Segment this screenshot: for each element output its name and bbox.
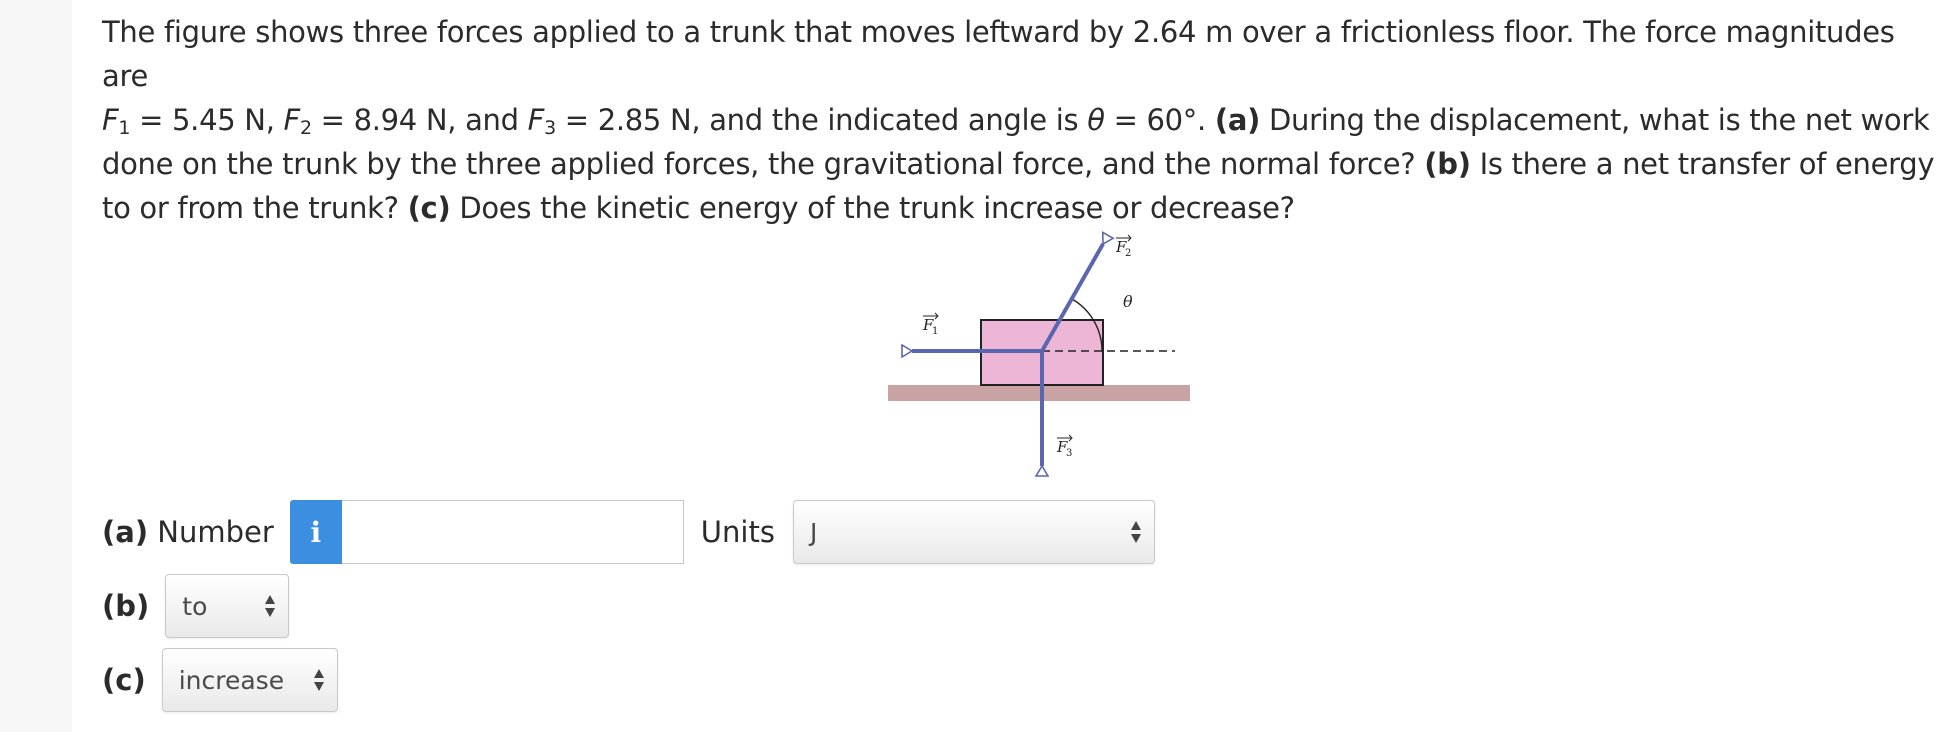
label-f1: F1: [922, 312, 939, 337]
select-arrows-icon: [265, 595, 276, 617]
answer-row-c: (c) increase: [102, 648, 338, 712]
label-theta: θ: [1123, 292, 1133, 311]
part-a-label: (a) Number: [102, 515, 274, 549]
transfer-select[interactable]: to: [165, 574, 290, 638]
label-f2: F2: [1115, 234, 1132, 259]
part-b-label: (b): [102, 589, 150, 623]
number-input[interactable]: [341, 500, 684, 564]
svg-text:3: 3: [1066, 448, 1072, 459]
svg-text:2: 2: [1125, 248, 1131, 259]
answer-row-b: (b) to: [102, 574, 290, 638]
units-select-value: J: [809, 517, 818, 547]
units-label: Units: [700, 515, 775, 549]
answer-row-a: (a) Number i Units J: [102, 500, 1155, 564]
kinetic-energy-select[interactable]: increase: [161, 648, 338, 712]
select-arrows-icon: [313, 669, 324, 691]
floor: [888, 385, 1190, 401]
select-arrows-icon: [1130, 521, 1141, 543]
transfer-select-value: to: [182, 591, 208, 621]
label-f3: F3: [1056, 434, 1073, 459]
question-text: The figure shows three forces applied to…: [102, 15, 1935, 225]
kinetic-energy-select-value: increase: [178, 665, 285, 695]
forces-figure: F1 F2 F3 θ: [888, 220, 1190, 480]
part-c-label: (c): [102, 663, 146, 697]
info-icon[interactable]: i: [289, 500, 342, 564]
svg-text:1: 1: [932, 326, 938, 337]
units-select[interactable]: J: [792, 500, 1155, 564]
